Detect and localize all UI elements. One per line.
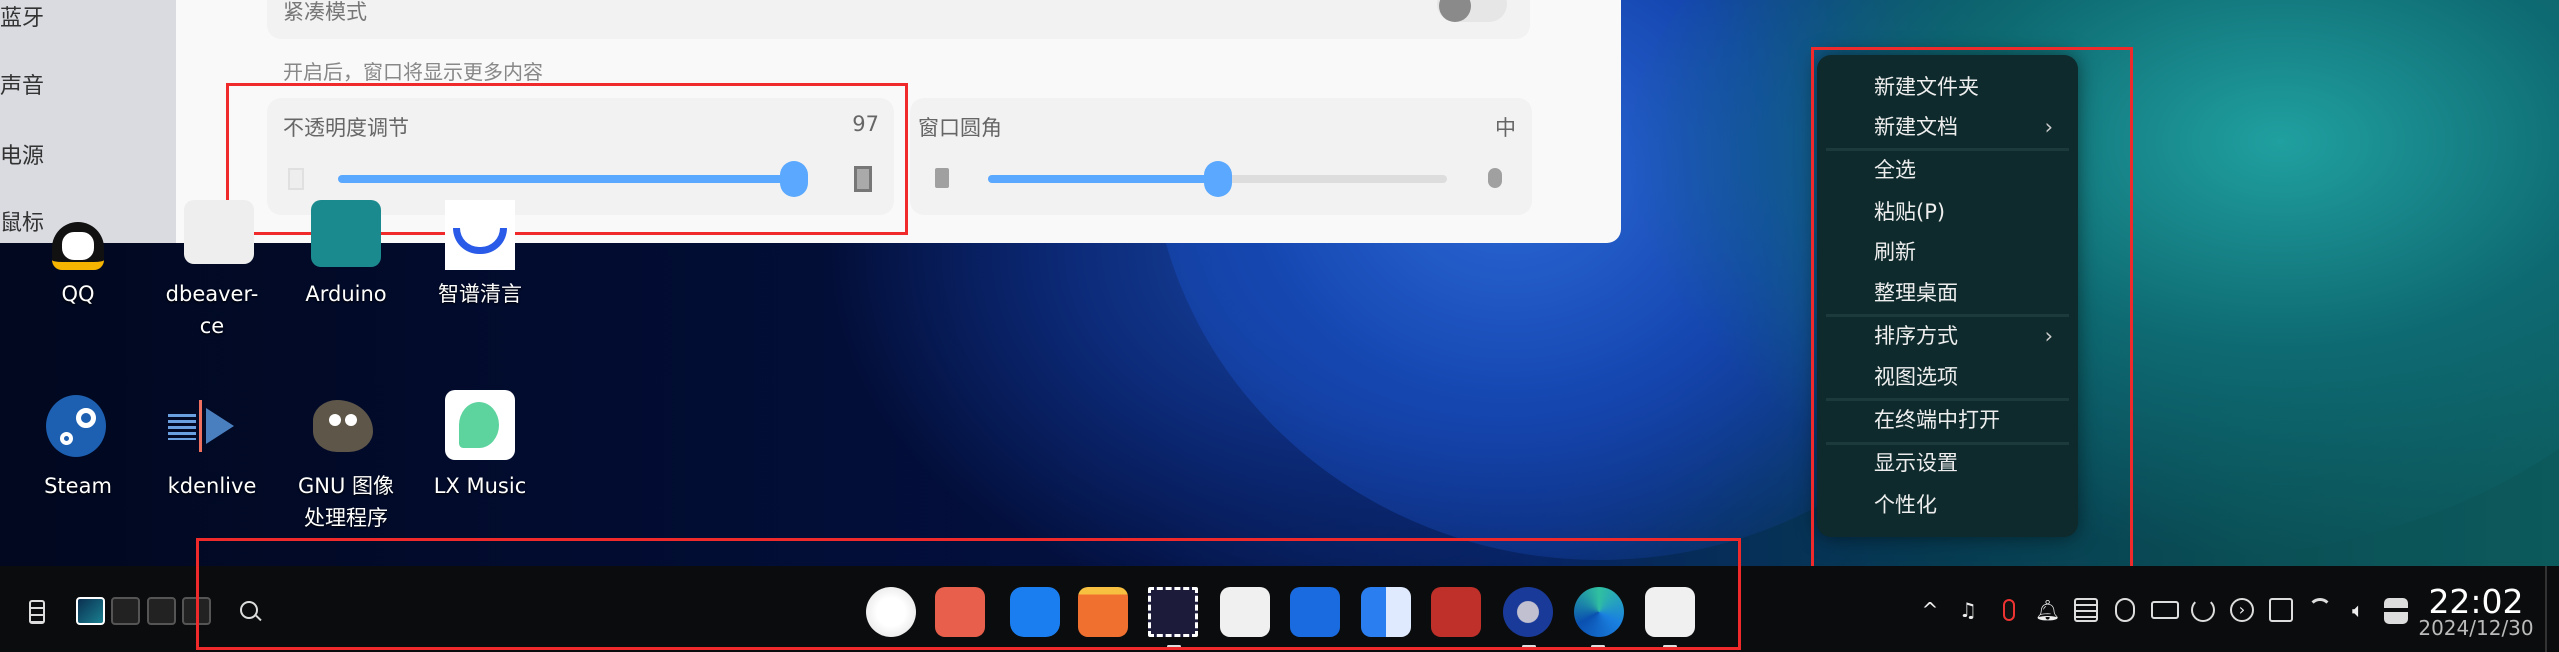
volume-icon[interactable]: 🔈︎ <box>2346 598 2370 622</box>
square-corner-icon <box>935 168 949 188</box>
sidebar-item-sound[interactable]: 声音 <box>0 68 44 100</box>
battery-icon[interactable] <box>2151 601 2179 619</box>
steam-icon <box>46 395 106 457</box>
toggle-knob <box>1439 0 1471 22</box>
clock-date[interactable]: 2024/12/30 <box>2416 616 2536 640</box>
desktop-icon-label: Arduino <box>305 282 387 306</box>
power-icon[interactable] <box>2191 598 2215 622</box>
zhipu-qingyan-icon <box>445 200 515 270</box>
toggle-icon[interactable] <box>2384 598 2408 624</box>
sync-icon[interactable] <box>2269 598 2293 622</box>
round-corner-icon <box>1488 168 1502 188</box>
corner-slider-fill <box>988 175 1218 183</box>
sidebar-item-power[interactable]: 电源 <box>0 138 44 170</box>
sidebar-item-mouse[interactable]: 鼠标 <box>0 205 44 237</box>
desktop-icon-label: dbeaver- ce <box>165 282 259 338</box>
corner-value: 中 <box>1495 116 1516 140</box>
wifi-icon[interactable] <box>2308 598 2332 622</box>
compact-mode-card: 紧凑模式 <box>267 0 1530 39</box>
arduino-icon <box>311 200 381 267</box>
desktop-icon-label: 智谱清言 <box>438 282 522 306</box>
clipboard-icon[interactable] <box>29 600 45 624</box>
desktop-icon-label: kdenlive <box>167 474 257 498</box>
kdenlive-icon <box>168 400 234 452</box>
music-download-icon[interactable]: ♫ <box>1956 598 1980 622</box>
dbeaver-icon <box>184 200 254 264</box>
compact-mode-label: 紧凑模式 <box>283 0 367 24</box>
corner-label: 窗口圆角 <box>918 116 1002 140</box>
compact-hint: 开启后，窗口将显示更多内容 <box>283 60 543 84</box>
workspace-2[interactable] <box>111 597 140 625</box>
bell-icon[interactable]: 🔔︎ <box>2035 598 2060 622</box>
workspace-1[interactable] <box>76 597 105 625</box>
show-desktop-divider[interactable] <box>2545 566 2547 652</box>
desktop-icon-label: LX Music <box>433 474 527 498</box>
workspace-3[interactable] <box>147 597 176 625</box>
keyboard-icon[interactable] <box>2074 598 2098 622</box>
settings-sidebar: 蓝牙 声音 电源 鼠标 <box>0 0 176 243</box>
highlight-box <box>196 538 1741 650</box>
compact-mode-toggle[interactable] <box>1437 0 1507 22</box>
bluetooth-icon[interactable] <box>2115 598 2135 622</box>
desktop-icon-label: QQ <box>61 282 95 306</box>
corner-slider-thumb[interactable] <box>1203 161 1232 197</box>
tray-expand-icon[interactable]: ^ <box>1918 598 1942 622</box>
qq-tray-icon[interactable] <box>1997 598 2021 622</box>
desktop-icon-label: GNU 图像 处理程序 <box>297 474 395 530</box>
highlight-box <box>1811 47 2133 570</box>
desktop-icon-label: Steam <box>44 474 112 498</box>
lx-music-icon <box>445 390 515 460</box>
next-icon[interactable]: › <box>2230 598 2254 622</box>
sidebar-item-bluetooth[interactable]: 蓝牙 <box>0 0 44 32</box>
corner-card: 窗口圆角 中 <box>910 98 1532 215</box>
qq-icon <box>52 222 104 270</box>
